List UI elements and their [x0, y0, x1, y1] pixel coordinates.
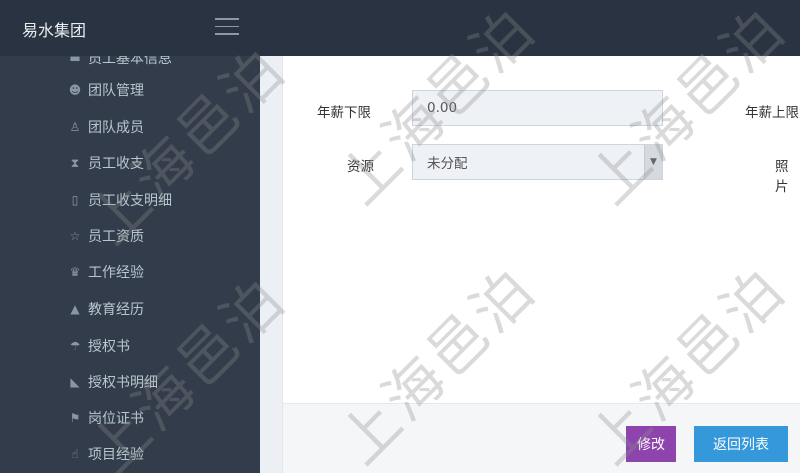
- sidebar-item-label: 员工收支: [88, 156, 144, 172]
- hand-pointer-icon: ☝: [71, 447, 79, 461]
- detail-panel: 年薪下限 0.00 年薪上限 资源 未分配 ▼ 照片 修改 返回列表: [282, 56, 800, 473]
- resource-select[interactable]: 未分配 ▼: [412, 144, 663, 180]
- sidebar-item-education[interactable]: ▲ 教育经历: [66, 297, 144, 321]
- sidebar-item-label: 员工基本信息: [88, 56, 172, 67]
- resource-select-value: 未分配: [427, 156, 468, 172]
- back-to-list-button[interactable]: 返回列表: [694, 426, 788, 462]
- sidebar-item-work-experience[interactable]: ♛ 工作经验: [66, 260, 144, 284]
- id-card-icon: ▬: [69, 56, 81, 65]
- top-navbar: 易水集团: [0, 0, 800, 56]
- sidebar-item-employee-info[interactable]: ▬ 员工基本信息: [66, 56, 172, 70]
- sidebar-item-label: 工作经验: [88, 265, 144, 281]
- sidebar-item-label: 团队管理: [88, 83, 144, 99]
- users-icon: ☻: [68, 83, 82, 97]
- photo-label: 照片: [775, 159, 789, 195]
- edit-button[interactable]: 修改: [626, 426, 676, 462]
- map-icon: ▯: [71, 193, 79, 207]
- salary-min-label: 年薪下限: [317, 105, 371, 121]
- resource-label: 资源: [347, 159, 374, 175]
- brand-logo-text[interactable]: 易水集团: [22, 17, 86, 41]
- chevron-down-icon[interactable]: ▼: [644, 145, 662, 179]
- user-icon: ♙: [69, 120, 81, 134]
- graduation-cap-icon: ▲: [70, 302, 80, 316]
- sidebar-item-label: 授权书: [88, 339, 130, 355]
- sidebar-item-authorization-details[interactable]: ◣ 授权书明细: [66, 370, 158, 394]
- sidebar-item-label: 员工资质: [88, 229, 144, 245]
- sidebar-item-label: 授权书明细: [88, 375, 158, 391]
- star-icon: ☆: [69, 229, 81, 243]
- sidebar-item-label: 项目经验: [88, 447, 144, 463]
- salary-min-field[interactable]: 0.00: [412, 90, 663, 126]
- sidebar-item-label: 教育经历: [88, 302, 144, 318]
- salary-max-label: 年薪上限: [745, 105, 799, 121]
- sidebar-item-employee-income[interactable]: ⧗ 员工收支: [66, 151, 144, 175]
- sidebar-menu: ▬ 员工基本信息 ☻ 团队管理 ♙ 团队成员 ⧗ 员工收支 ▯ 员工收支明细 ☆…: [0, 56, 260, 473]
- sidebar-item-team-members[interactable]: ♙ 团队成员: [66, 115, 144, 139]
- flag-icon: ⚑: [69, 411, 81, 425]
- sidebar-item-job-certificates[interactable]: ⚑ 岗位证书: [66, 406, 144, 430]
- gavel-icon: ◣: [70, 375, 80, 389]
- sidebar-item-team-management[interactable]: ☻ 团队管理: [66, 78, 144, 102]
- sidebar-item-label: 团队成员: [88, 120, 144, 136]
- hourglass-icon: ⧗: [70, 155, 80, 170]
- sidebar-item-label: 岗位证书: [88, 411, 144, 427]
- sidebar-toggle-icon[interactable]: [215, 18, 239, 38]
- trophy-icon: ♛: [69, 265, 81, 279]
- umbrella-icon: ☂: [69, 339, 81, 353]
- sidebar-item-project-experience[interactable]: ☝ 项目经验: [66, 442, 144, 466]
- panel-footer: 修改 返回列表: [283, 403, 800, 473]
- main-content: 年薪下限 0.00 年薪上限 资源 未分配 ▼ 照片 修改 返回列表: [260, 56, 800, 473]
- sidebar-item-income-details[interactable]: ▯ 员工收支明细: [66, 188, 172, 212]
- sidebar-item-label: 员工收支明细: [88, 193, 172, 209]
- sidebar-item-qualifications[interactable]: ☆ 员工资质: [66, 224, 144, 248]
- sidebar-item-authorization[interactable]: ☂ 授权书: [66, 334, 130, 358]
